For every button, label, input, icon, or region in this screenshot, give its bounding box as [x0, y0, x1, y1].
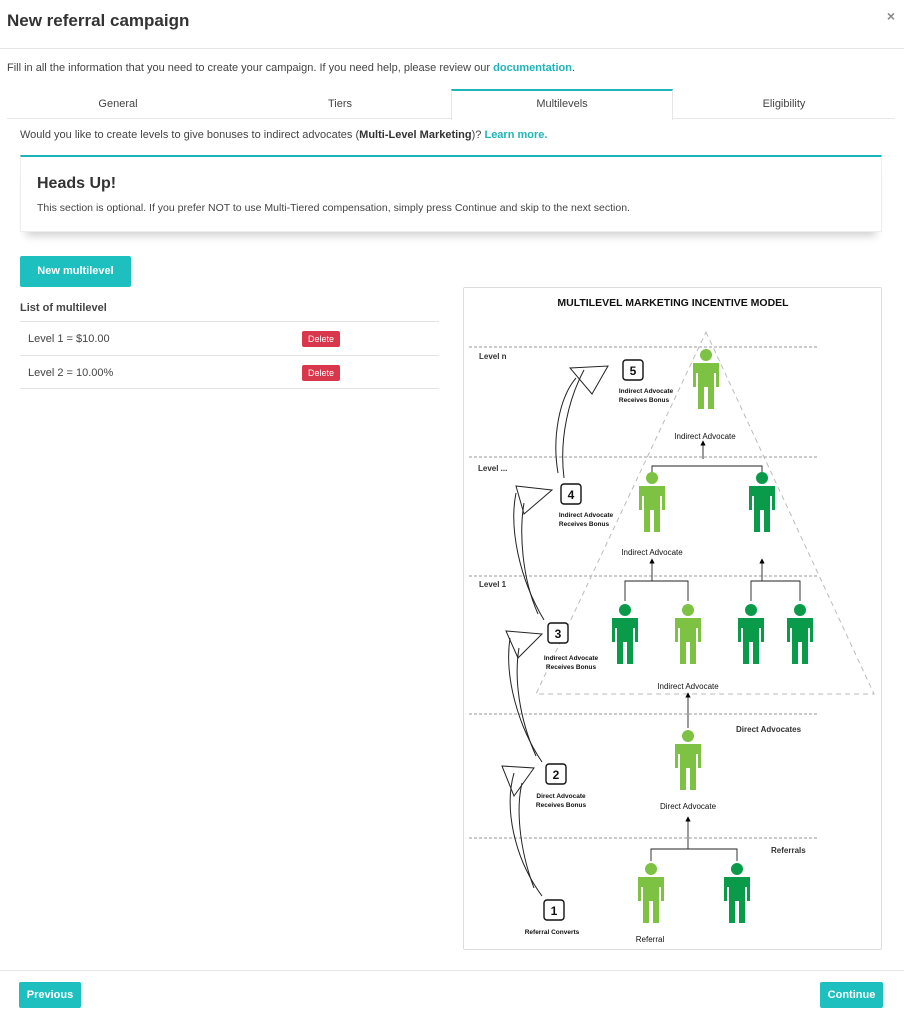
modal-title: New referral campaign [7, 11, 190, 30]
step-caption: Receives Bonus [536, 802, 587, 809]
level-label: Level n [479, 352, 507, 361]
person-label: Indirect Advocate [657, 682, 719, 691]
multilevel-list: Level 1 = $10.00 Delete Level 2 = 10.00%… [20, 321, 439, 389]
level-lines [469, 346, 819, 839]
list-item-label: Level 2 = 10.00% [28, 367, 114, 379]
list-item-label: Level 1 = $10.00 [28, 333, 110, 345]
step-caption: Receives Bonus [619, 397, 670, 404]
question-bold: Multi-Level Marketing [359, 129, 472, 141]
person-label: Direct Advocate [660, 802, 717, 811]
list-item: Level 1 = $10.00 Delete [20, 321, 439, 355]
step-caption: Indirect Advocate [619, 388, 674, 395]
question-suffix: )? [471, 129, 485, 141]
level-label: Direct Advocates [736, 725, 802, 734]
close-icon[interactable]: × [887, 8, 895, 24]
level-label: Level 1 [479, 580, 507, 589]
tab-eligibility[interactable]: Eligibility [673, 89, 895, 119]
step-caption: Indirect Advocate [559, 512, 614, 519]
list-item: Level 2 = 10.00% Delete [20, 355, 439, 389]
question-prefix: Would you like to create levels to give … [20, 129, 360, 141]
intro-body: Fill in all the information that you nee… [7, 62, 494, 74]
person-label: Indirect Advocate [674, 432, 736, 441]
level-label: Level ... [478, 464, 507, 473]
modal-footer: Previous Continue [0, 970, 904, 1018]
step-number: 1 [551, 904, 558, 918]
intro-suffix: . [571, 62, 576, 74]
mlm-diagram-svg: MULTILEVEL MARKETING INCENTIVE MODEL Lev… [469, 297, 875, 944]
new-multilevel-button[interactable]: New multilevel [20, 256, 131, 287]
step-caption: Receives Bonus [546, 664, 597, 671]
step-caption: Referral Converts [525, 929, 580, 936]
tab-bar: General Tiers Multilevels Eligibility [7, 89, 895, 120]
tab-general[interactable]: General [7, 89, 229, 119]
list-title: List of multilevel [20, 302, 107, 314]
diagram-title: MULTILEVEL MARKETING INCENTIVE MODEL [557, 297, 789, 309]
mlm-question: Would you like to create levels to give … [20, 129, 547, 141]
intro-text: Fill in all the information that you nee… [7, 62, 575, 74]
documentation-link[interactable]: documentation [493, 62, 572, 74]
tab-tiers[interactable]: Tiers [229, 89, 451, 119]
tab-multilevels[interactable]: Multilevels [451, 89, 673, 120]
delete-button[interactable]: Delete [302, 331, 340, 347]
step-number: 4 [568, 488, 575, 502]
learn-more-link[interactable]: Learn more. [484, 129, 547, 141]
person-label: Referral [636, 935, 665, 944]
person-label: Indirect Advocate [621, 548, 683, 557]
delete-button[interactable]: Delete [302, 365, 340, 381]
mlm-diagram: MULTILEVEL MARKETING INCENTIVE MODEL Lev… [463, 287, 882, 950]
heads-up-alert: Heads Up! This section is optional. If y… [20, 155, 882, 232]
alert-title: Heads Up! [37, 175, 117, 192]
step-caption: Direct Advocate [536, 793, 586, 800]
continue-button[interactable]: Continue [820, 982, 883, 1008]
step-number: 5 [630, 364, 637, 378]
step-number: 3 [555, 627, 562, 641]
step-caption: Indirect Advocate [544, 655, 599, 662]
level-label: Referrals [771, 846, 806, 855]
previous-button[interactable]: Previous [19, 982, 81, 1008]
modal-header: New referral campaign × [0, 0, 904, 49]
alert-text: This section is optional. If you prefer … [37, 202, 630, 214]
step-number: 2 [553, 768, 560, 782]
step-caption: Receives Bonus [559, 521, 610, 528]
